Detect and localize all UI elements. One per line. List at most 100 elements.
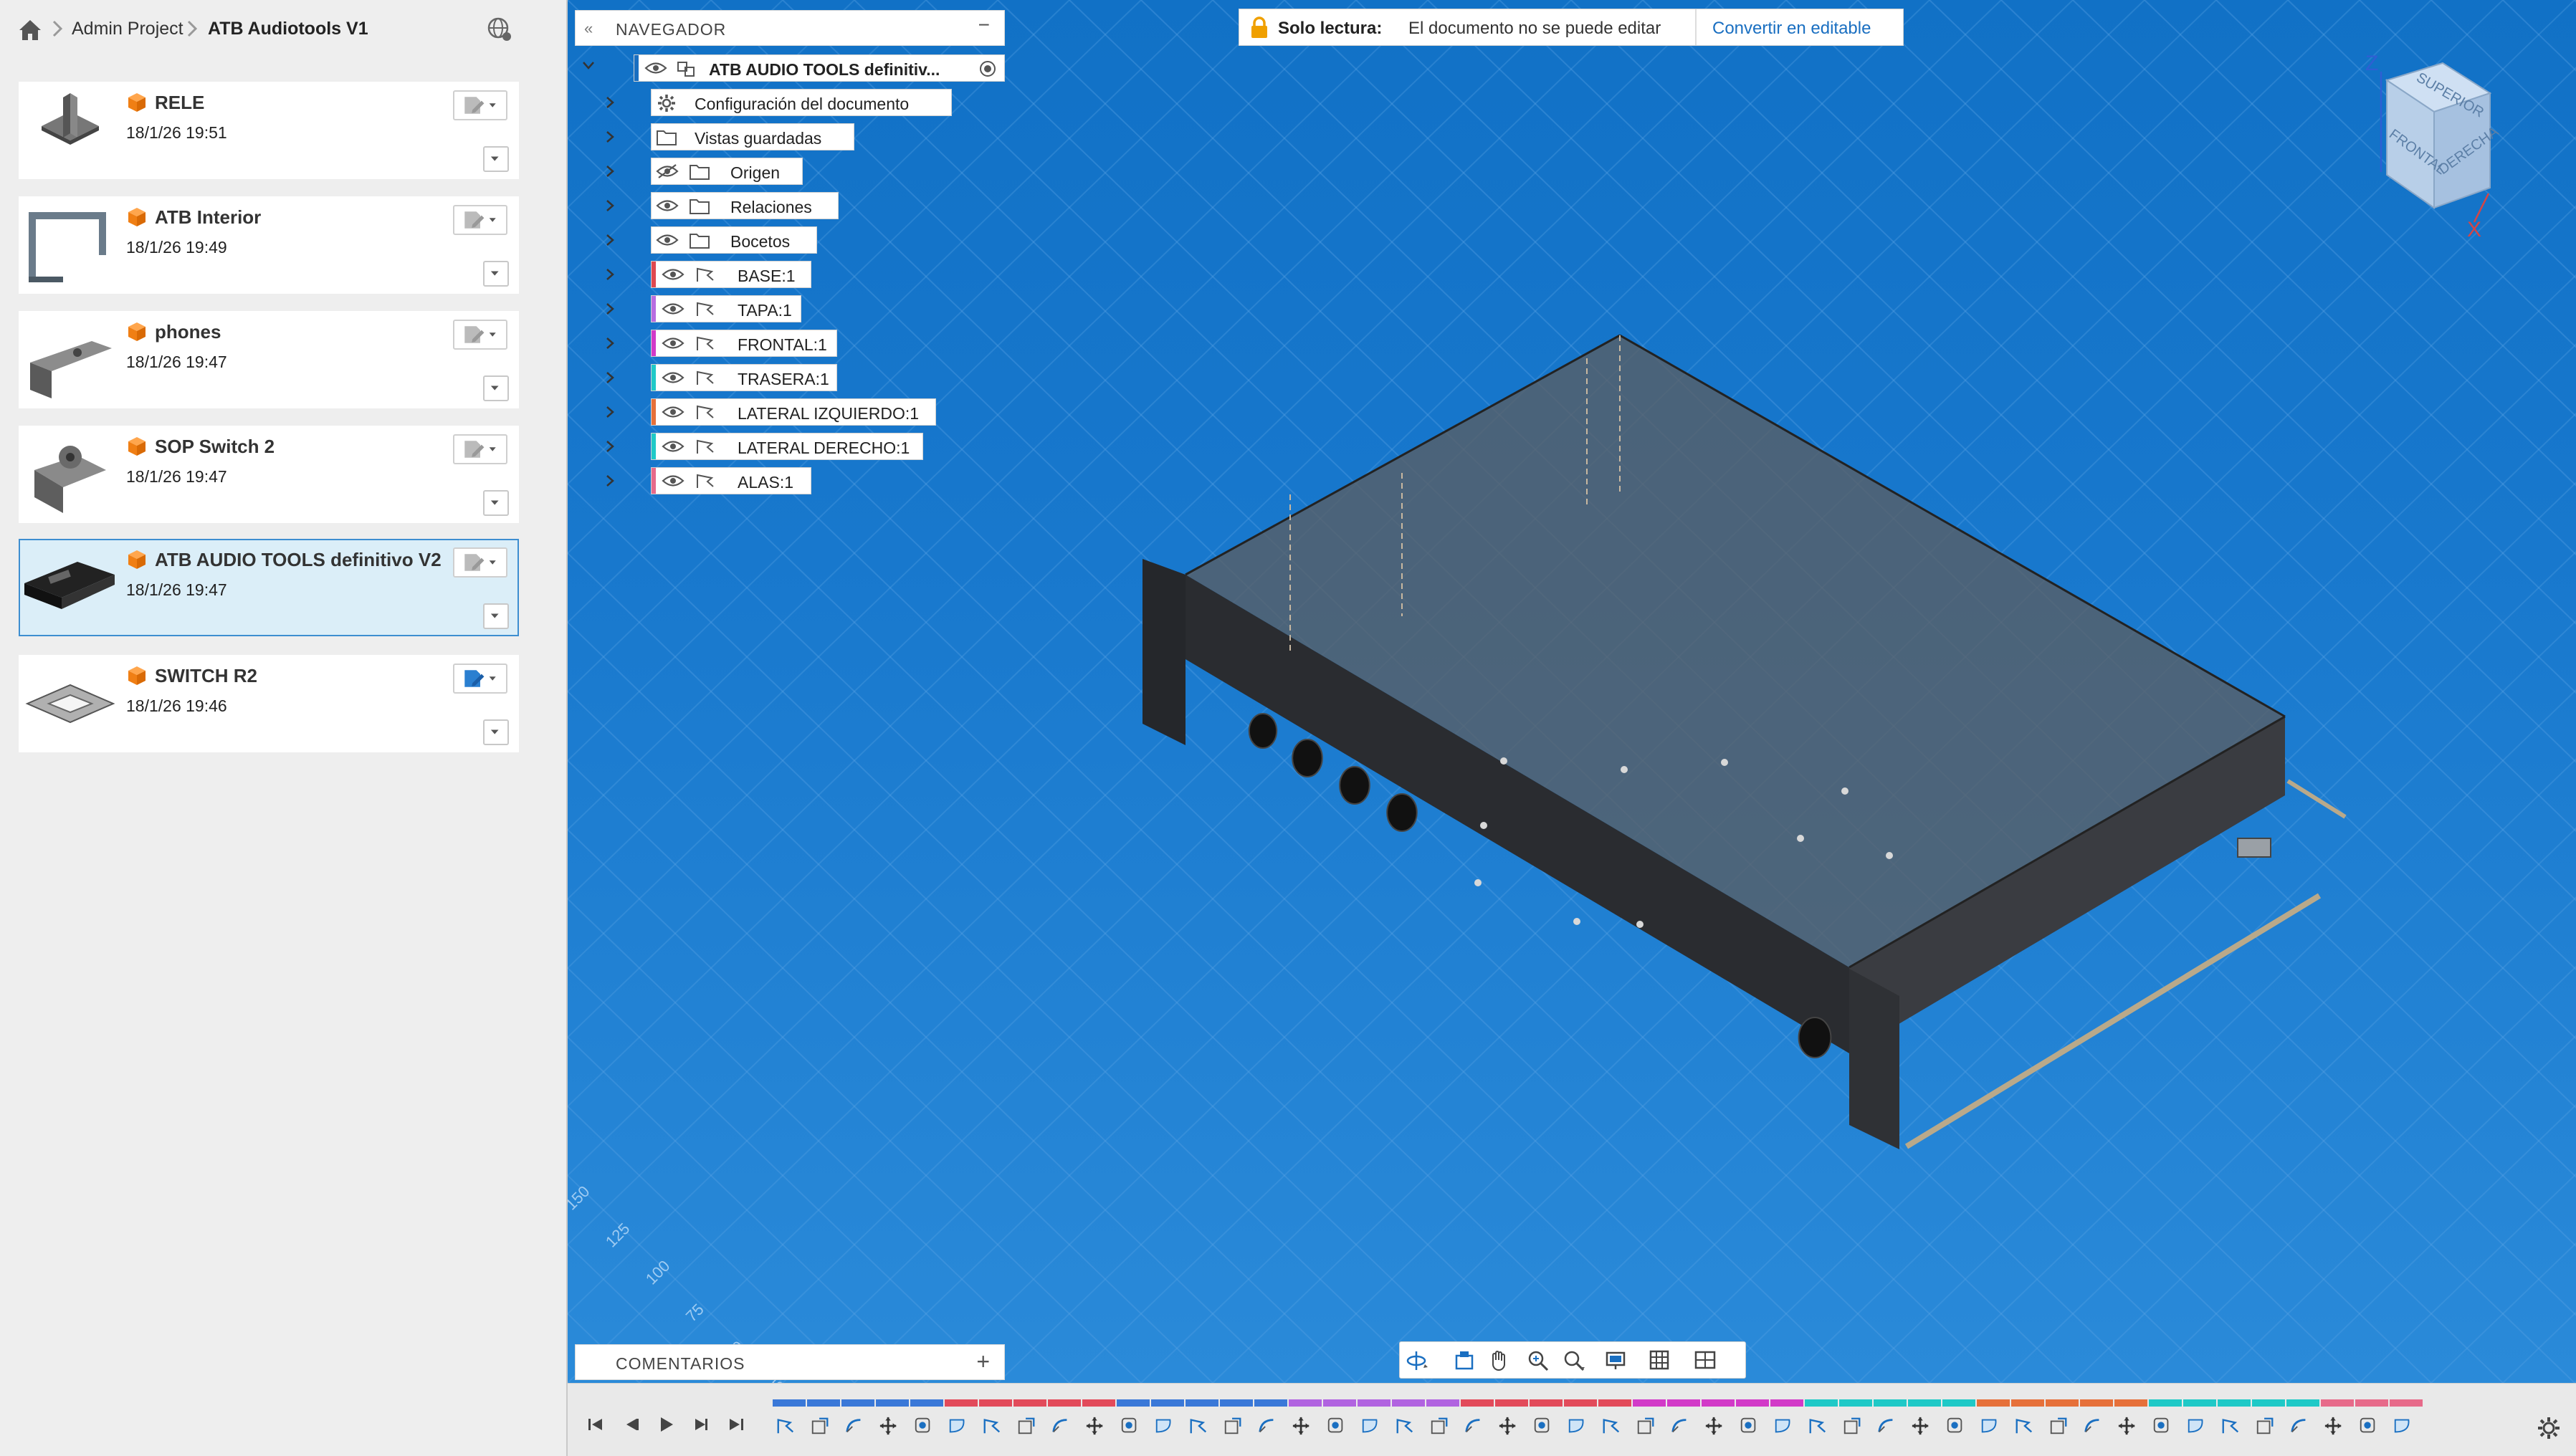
minimize-icon[interactable]: − [978,14,990,37]
timeline-feature-icon[interactable] [1670,1415,1690,1437]
skip-to-start-icon[interactable] [585,1414,606,1435]
navigator-item[interactable]: LATERAL DERECHO:1 [651,433,923,460]
chevron-right-icon[interactable] [602,404,618,420]
chevron-right-icon[interactable] [602,473,618,489]
timeline-feature-icon[interactable] [1739,1415,1759,1437]
timeline-feature-icon[interactable] [2289,1415,2309,1437]
file-name[interactable]: SOP Switch 2 [155,436,275,458]
orbit-icon[interactable] [1406,1349,1430,1373]
timeline-feature-icon[interactable] [2186,1415,2206,1437]
eye-icon[interactable] [662,370,684,385]
timeline-feature-icon[interactable] [1704,1415,1725,1437]
home-icon[interactable] [17,17,43,43]
timeline-feature-icon[interactable] [2014,1415,2034,1437]
skip-to-end-icon[interactable] [725,1414,747,1435]
timeline-feature-icon[interactable] [1636,1415,1656,1437]
file-card[interactable]: SOP Switch 2 18/1/26 19:47 [19,426,519,523]
file-name[interactable]: ATB Interior [155,206,261,229]
file-thumbnail[interactable] [20,312,119,407]
card-menu-button[interactable] [483,719,509,745]
file-name[interactable]: SWITCH R2 [155,665,257,687]
navigator-item[interactable]: Vistas guardadas [651,123,854,150]
card-menu-button[interactable] [483,146,509,172]
display-settings-icon[interactable] [1605,1349,1629,1373]
navigator-item[interactable]: ALAS:1 [651,467,811,494]
navigator-item[interactable]: Configuración del documento [651,89,952,116]
file-name[interactable]: RELE [155,92,204,114]
timeline-feature-icon[interactable] [2117,1415,2137,1437]
eye-icon[interactable] [662,267,684,282]
breadcrumb-current[interactable]: ATB Audiotools V1 [208,19,368,39]
timeline-feature-icon[interactable] [2393,1415,2413,1437]
eye-icon[interactable] [662,301,684,317]
file-name[interactable]: ATB AUDIO TOOLS definitivo V2 [155,549,442,571]
timeline-feature-icon[interactable] [1326,1415,1346,1437]
timeline-feature-icon[interactable] [2083,1415,2103,1437]
chevron-right-icon[interactable] [602,335,618,351]
timeline-feature-icon[interactable] [1120,1415,1140,1437]
eye-icon[interactable] [644,60,667,76]
timeline-feature-icon[interactable] [1842,1415,1862,1437]
open-file-button[interactable] [453,547,507,578]
viewports-icon[interactable] [1694,1349,1718,1373]
chevron-right-icon[interactable] [602,370,618,385]
navigator-item[interactable]: LATERAL IZQUIERDO:1 [651,398,936,426]
3d-viewport[interactable]: 150125100755025SUPERIORFRONTALDERECHAZX … [568,0,2576,1383]
open-file-button[interactable] [453,90,507,120]
timeline-feature-icon[interactable] [2324,1415,2344,1437]
timeline-feature-icon[interactable] [1911,1415,1931,1437]
add-comment-icon[interactable]: + [976,1349,990,1375]
timeline-feature-icon[interactable] [1498,1415,1518,1437]
pan-hand-icon[interactable] [1487,1349,1512,1373]
timeline-feature-icon[interactable] [1532,1415,1552,1437]
timeline-feature-icon[interactable] [879,1415,899,1437]
eye-icon[interactable] [656,232,679,248]
navigator-item[interactable]: Origen [651,158,803,185]
breadcrumb-project[interactable]: Admin Project [72,19,183,39]
timeline-feature-icon[interactable] [1395,1415,1415,1437]
timeline-feature-icon[interactable] [1808,1415,1828,1437]
eye-hidden-icon[interactable] [656,163,679,179]
file-card[interactable]: ATB AUDIO TOOLS definitivo V2 18/1/26 19… [19,539,519,636]
make-editable-link[interactable]: Convertir en editable [1712,19,1871,39]
timeline-feature-icon[interactable] [1876,1415,1897,1437]
step-back-icon[interactable] [621,1414,642,1435]
eye-icon[interactable] [662,335,684,351]
chassis-model[interactable] [1142,334,2347,1149]
navigator-root[interactable]: ATB AUDIO TOOLS definitiv... [634,54,1005,82]
eye-icon[interactable] [662,404,684,420]
chevron-right-icon[interactable] [602,301,618,317]
step-forward-icon[interactable] [690,1414,711,1435]
navigator-item[interactable]: TRASERA:1 [651,364,837,391]
timeline-feature-icon[interactable] [844,1415,864,1437]
file-thumbnail[interactable] [20,83,119,178]
activate-radio-icon[interactable] [978,59,997,78]
chevron-right-icon[interactable] [602,267,618,282]
card-menu-button[interactable] [483,261,509,287]
timeline-feature-icon[interactable] [913,1415,933,1437]
eye-icon[interactable] [662,473,684,489]
navigator-item[interactable]: Relaciones [651,192,839,219]
timeline-feature-icon[interactable] [1223,1415,1243,1437]
open-file-button[interactable] [453,320,507,350]
chevron-right-icon[interactable] [602,163,618,179]
open-file-button[interactable] [453,434,507,464]
view-cube[interactable]: SUPERIORFRONTALDERECHAZX [2365,52,2502,241]
file-card[interactable]: RELE 18/1/26 19:51 [19,82,519,179]
collapse-left-icon[interactable]: « [584,19,593,38]
navigator-item[interactable]: FRONTAL:1 [651,330,837,357]
globe-settings-icon[interactable] [486,16,513,43]
comments-panel[interactable]: COMENTARIOS + [575,1344,1005,1380]
timeline-feature-icon[interactable] [1292,1415,1312,1437]
play-icon[interactable] [655,1414,677,1435]
chevron-right-icon[interactable] [602,198,618,214]
card-menu-button[interactable] [483,375,509,401]
fit-zoom-icon[interactable] [1562,1349,1586,1373]
navigator-item[interactable]: Bocetos [651,226,817,254]
open-file-button[interactable] [453,664,507,694]
timeline-feature-icon[interactable] [1257,1415,1277,1437]
chevron-down-icon[interactable] [581,57,596,73]
timeline-settings-icon[interactable] [2536,1415,2562,1441]
file-card[interactable]: phones 18/1/26 19:47 [19,311,519,408]
file-card[interactable]: SWITCH R2 18/1/26 19:46 [19,655,519,752]
